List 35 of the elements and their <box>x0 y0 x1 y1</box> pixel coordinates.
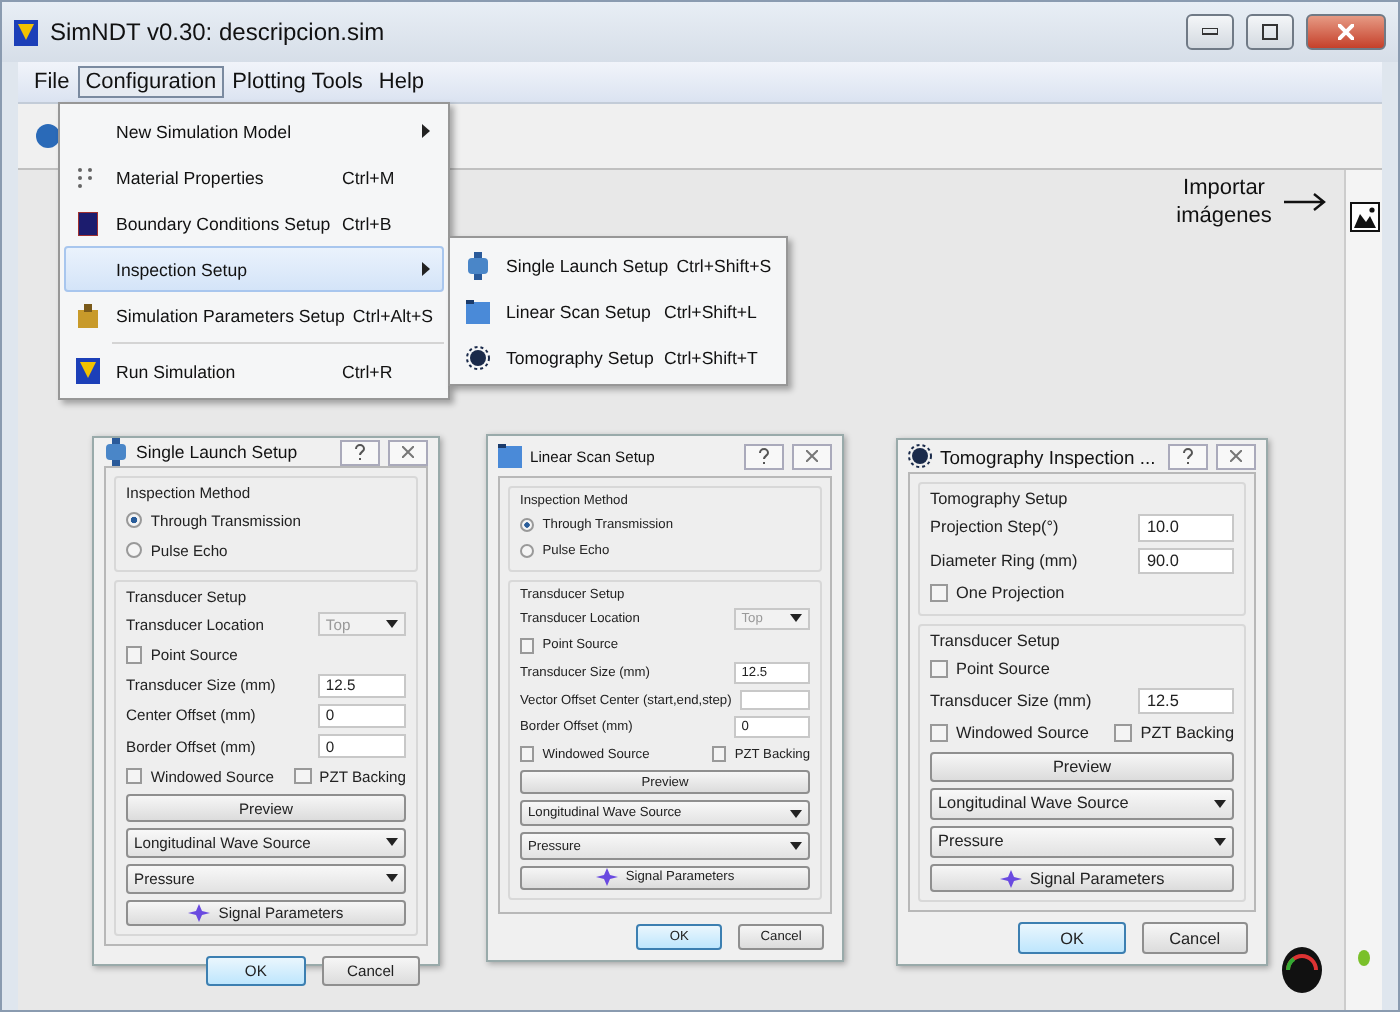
checkbox-option[interactable]: PZT Backing <box>1114 723 1234 742</box>
menu-item[interactable]: Help <box>370 66 433 98</box>
annotation-text: Importar imágenes <box>1174 174 1274 232</box>
menu-entry[interactable]: Simulation Parameters Setup Ctrl+Alt+S <box>64 292 444 338</box>
dialog-title: Tomography Inspection ... <box>940 445 1158 468</box>
group-title: Tomography Setup <box>930 490 1070 509</box>
menu-entry[interactable]: Boundary Conditions Setup Ctrl+B <box>64 200 444 246</box>
menu-item[interactable]: Configuration <box>77 66 225 98</box>
field-label: Projection Step(°) <box>930 518 1059 537</box>
menu-entry[interactable]: Tomography Setup Ctrl+Shift+T <box>454 334 782 380</box>
cancel-button[interactable]: Cancel <box>1141 922 1248 954</box>
field-label: Diameter Ring (mm) <box>930 551 1078 570</box>
menu-entry[interactable]: Material Properties Ctrl+M <box>64 154 444 200</box>
input-field[interactable]: 12.5 <box>1138 687 1234 714</box>
menu-entry[interactable]: Run Simulation Ctrl+R <box>64 348 444 394</box>
menu-entry[interactable]: Linear Scan Setup Ctrl+Shift+L <box>454 288 782 334</box>
menu-item[interactable]: Plotting Tools <box>224 66 371 98</box>
menu-entry[interactable]: New Simulation Model <box>64 108 444 154</box>
input-field[interactable]: 90.0 <box>1138 547 1234 574</box>
ok-button[interactable]: OK <box>1018 922 1126 954</box>
dialog-title: Single Launch Setup <box>136 442 300 462</box>
menu-item[interactable]: File <box>26 66 78 98</box>
window-title: SimNDT v0.30: descripcion.sim <box>50 18 387 46</box>
menu-entry[interactable]: Inspection Setup <box>64 246 444 292</box>
menu-entry[interactable]: Single Launch Setup Ctrl+Shift+S <box>454 242 782 288</box>
input-field[interactable]: 10.0 <box>1138 514 1234 541</box>
dropdown[interactable]: Pressure <box>930 825 1234 858</box>
dropdown[interactable]: Longitudinal Wave Source <box>930 787 1234 820</box>
group-title: Transducer Setup <box>930 631 1062 650</box>
preview-button[interactable]: Preview <box>930 752 1234 782</box>
checkbox-option[interactable]: Point Source <box>930 659 1050 678</box>
field-label: Transducer Size (mm) <box>930 691 1092 710</box>
checkbox-option[interactable]: Windowed Source <box>930 723 1089 742</box>
signal-parameters-button[interactable]: Signal Parameters <box>930 863 1234 893</box>
checkbox-option[interactable]: One Projection <box>930 583 1065 602</box>
